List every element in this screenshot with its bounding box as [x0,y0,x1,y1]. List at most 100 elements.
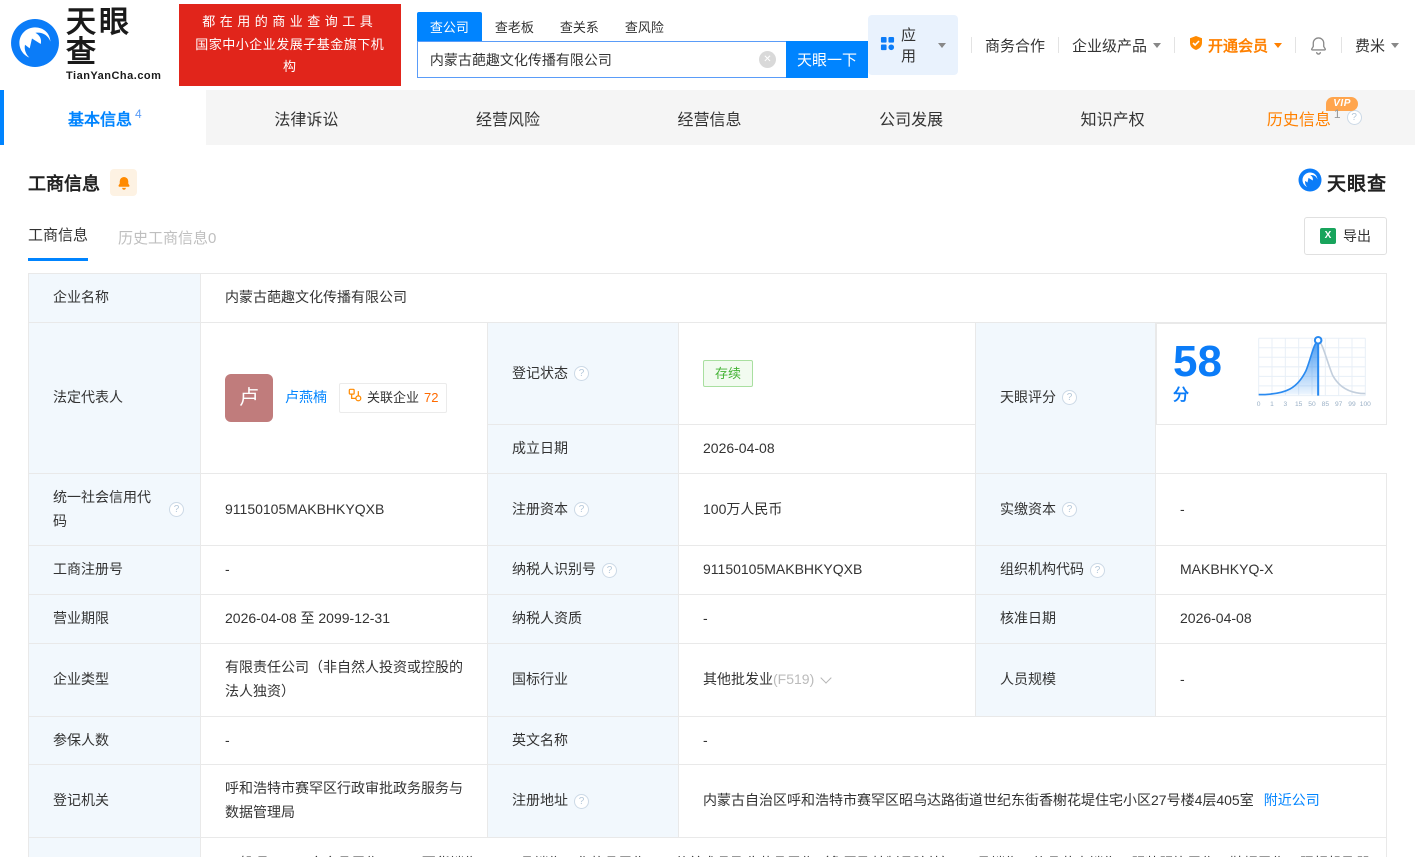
score-label: 天眼评分 [975,321,1156,474]
tab-operating-risk[interactable]: 经营风险 [407,90,609,145]
taxpayer-id-label: 纳税人识别号 [487,545,679,596]
notification-bell-icon[interactable] [1309,36,1328,55]
reg-capital-label: 注册资本 [487,472,679,547]
company-name-value: 内蒙古葩趣文化传播有限公司 [200,273,1387,323]
tab-count: 1 [1333,106,1341,121]
score-unit: 分 [1173,386,1190,404]
export-button[interactable]: 导出 [1304,217,1387,255]
svg-text:100: 100 [1359,401,1370,408]
reg-address-label: 注册地址 [487,764,679,839]
search-tabs: 查公司 查老板 查关系 查风险 [416,12,868,41]
table-row: 登记机关 呼和浩特市赛罕区行政审批政务服务与数据管理局 注册地址 内蒙古自治区呼… [28,764,1387,839]
search-tab-relation[interactable]: 查关系 [547,12,612,41]
tab-legal-litigation[interactable]: 法律诉讼 [206,90,408,145]
legal-rep-name-link[interactable]: 卢燕楠 [285,386,327,410]
svg-text:1: 1 [1270,401,1274,408]
tab-company-development[interactable]: 公司发展 [810,90,1012,145]
tab-history-info[interactable]: VIP 历史信息 1 [1213,90,1415,145]
svg-text:0: 0 [1256,401,1260,408]
apps-label: 应用 [900,27,916,65]
nav-cooperation[interactable]: 商务合作 [985,35,1045,56]
tianyancha-logo-icon [10,18,60,73]
watermark-brand: 天眼查 [1326,174,1387,195]
table-row: 参保人数 - 英文名称 - [28,715,1387,766]
reg-capital-value: 100万人民币 [678,472,976,547]
org-code-label: 组织机构代码 [975,545,1156,596]
subtab-business-info[interactable]: 工商信息 [28,224,89,261]
help-icon[interactable] [574,365,589,381]
watermark-logo-icon [1298,168,1322,197]
help-icon[interactable] [602,562,617,578]
search-tab-risk[interactable]: 查风险 [612,12,677,41]
related-companies-icon [348,387,362,409]
tab-label: 经营信息 [677,111,742,129]
tab-operating-info[interactable]: 经营信息 [609,90,811,145]
open-vip-link[interactable]: 开通会员 [1188,35,1283,56]
help-icon[interactable] [1062,390,1077,406]
search-button[interactable]: 天眼一下 [785,41,868,78]
paid-capital-value: - [1155,472,1387,547]
help-icon[interactable] [1090,562,1105,578]
help-icon[interactable] [574,502,589,518]
search-tab-company[interactable]: 查公司 [416,12,482,41]
reg-address-cell: 内蒙古自治区呼和浩特市赛罕区昭乌达路街道世纪东街香榭花堤住宅小区27号楼4层40… [678,764,1387,839]
clear-search-icon[interactable] [758,51,776,68]
help-icon[interactable] [169,502,184,518]
help-icon[interactable] [1346,110,1362,125]
svg-text:50: 50 [1308,401,1316,408]
user-menu[interactable]: 费米 [1355,35,1399,56]
tab-label: 法律诉讼 [274,111,339,129]
industry-value[interactable]: 其他批发业(F519) [678,643,976,717]
subtab-history-business-info[interactable]: 历史工商信息0 [118,227,216,261]
legal-rep-avatar[interactable]: 卢 [225,373,273,422]
svg-text:99: 99 [1348,401,1356,408]
business-info-table: 企业名称 内蒙古葩趣文化传播有限公司 法定代表人 卢 卢燕楠 关联企业 72 登… [28,273,1387,857]
taxpayer-id-value: 91150105MAKBHKYQXB [678,545,976,596]
tab-count: 4 [134,106,142,121]
divider [971,37,972,53]
search-tab-boss[interactable]: 查老板 [482,12,547,41]
nav-enterprise-products[interactable]: 企业级产品 [1072,35,1162,56]
brand-name: 天眼查 [66,6,132,69]
tab-basic-info[interactable]: 基本信息 4 [4,90,206,145]
svg-text:85: 85 [1321,401,1329,408]
score-value: 58 [1173,336,1222,386]
tianyancha-logo[interactable]: 天眼查 TianYanCha.com [10,8,165,82]
related-companies-label: 关联企业 [367,389,420,405]
company-nav-tabs: 基本信息 4 法律诉讼 经营风险 经营信息 公司发展 知识产权 VIP 历史信息… [0,90,1415,145]
staff-size-label: 人员规模 [975,643,1156,717]
table-row: 经营范围 一般项目：五金产品零售；日用百货销售；日用品销售；化妆品零售；工艺美术… [28,837,1387,857]
related-companies-count: 72 [424,389,439,405]
slogan-line-1: 都在用的商业查询工具 [202,13,378,29]
tab-label: 知识产权 [1080,111,1145,129]
search-input[interactable] [416,41,786,78]
vip-label: 开通会员 [1208,37,1269,55]
company-type-value: 有限责任公司（非自然人投资或控股的法人独资） [200,643,488,717]
company-type-label: 企业类型 [28,643,201,717]
subscribe-bell-icon[interactable] [110,169,137,196]
score-cell: 58分 0 1 3 15 50 85 97 99 100 [1156,322,1387,425]
enterprise-label: 企业级产品 [1072,37,1148,55]
related-companies-tag[interactable]: 关联企业 72 [339,382,448,413]
tab-label: 基本信息 [67,111,132,129]
divider [1174,37,1175,53]
help-icon[interactable] [574,793,589,809]
table-row: 企业名称 内蒙古葩趣文化传播有限公司 [28,273,1387,323]
tab-intellectual-property[interactable]: 知识产权 [1012,90,1214,145]
svg-text:3: 3 [1283,401,1287,408]
chevron-down-icon [1153,42,1162,48]
reg-authority-label: 登记机关 [28,764,201,839]
taxpayer-quality-value: - [678,594,976,645]
help-icon[interactable] [1062,502,1077,518]
reg-number-label: 工商注册号 [28,545,201,596]
establish-date-label: 成立日期 [487,424,679,474]
table-row: 企业类型 有限责任公司（非自然人投资或控股的法人独资） 国标行业 其他批发业(F… [28,643,1387,717]
table-row: 营业期限 2026-04-08 至 2099-12-31 纳税人资质 - 核准日… [28,594,1387,645]
english-name-value: - [678,715,1387,766]
nearby-companies-link[interactable]: 附近公司 [1264,789,1320,813]
divider [1058,37,1059,53]
establish-date-value: 2026-04-08 [678,424,976,474]
chevron-down-icon [1391,42,1399,48]
apps-menu[interactable]: 应用 [867,15,959,75]
tab-label: 经营风险 [475,111,540,129]
